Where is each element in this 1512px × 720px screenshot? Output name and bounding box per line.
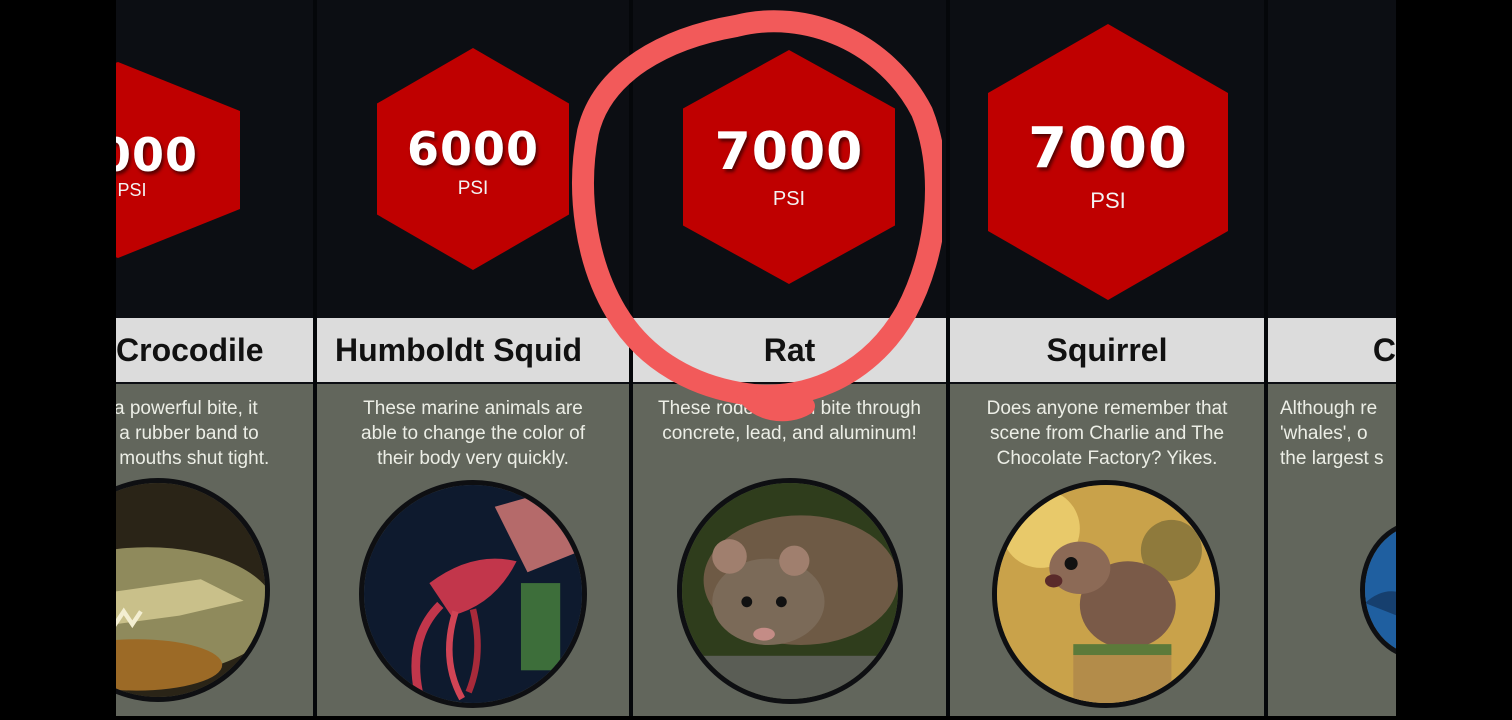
bite-force-badge: 6000 PSI xyxy=(377,48,569,270)
squid-photo xyxy=(359,480,587,708)
animal-description: a powerful bite, it a rubber band to mou… xyxy=(116,398,270,469)
bite-force-badge: 5000 PSI xyxy=(116,62,240,258)
card-crocodile: 5000 PSI Crocodile a powerful bite, it a… xyxy=(116,0,314,716)
bite-force-badge: 7000 PSI xyxy=(683,50,895,284)
card-rat: 7000 PSI Rat These rodents can bite thro… xyxy=(633,0,946,716)
animal-name: Crocodile xyxy=(116,318,314,382)
comparison-strip: 5000 PSI Crocodile a powerful bite, it a… xyxy=(116,0,1396,716)
description-panel: These rodents can bite through concrete,… xyxy=(633,384,946,716)
bite-force-value: 7000 xyxy=(714,122,864,182)
animal-description: These rodents can bite through concrete,… xyxy=(657,398,921,444)
rat-photo xyxy=(677,478,903,704)
animal-name: Humboldt Squid xyxy=(317,318,629,382)
bite-force-unit: PSI xyxy=(772,188,806,210)
bite-force-unit: PSI xyxy=(457,178,489,199)
animal-description: Although re 'whales', o the largest s xyxy=(1280,398,1384,469)
animal-name: Rat xyxy=(633,318,946,382)
bite-force-unit: PSI xyxy=(1090,188,1126,213)
description-panel: Although re 'whales', o the largest s xyxy=(1268,384,1396,716)
animal-description: Does anyone remember that scene from Cha… xyxy=(986,398,1228,469)
card-humboldt-squid: 6000 PSI Humboldt Squid These marine ani… xyxy=(317,0,629,716)
bite-force-value: 5000 xyxy=(116,128,199,182)
description-panel: Does anyone remember that scene from Cha… xyxy=(950,384,1264,716)
squirrel-photo xyxy=(992,480,1220,708)
bite-force-value: 6000 xyxy=(406,122,540,176)
bite-force-badge: 7000 PSI xyxy=(988,24,1228,300)
animal-name: Squirrel xyxy=(950,318,1264,382)
card-squirrel: 7000 PSI Squirrel Does anyone remember t… xyxy=(950,0,1264,716)
bite-force-value: 7000 xyxy=(1028,116,1188,181)
description-panel: a powerful bite, it a rubber band to mou… xyxy=(116,384,314,716)
bite-force-unit: PSI xyxy=(117,180,147,200)
card-next: C Although re 'whales', o the largest s xyxy=(1268,0,1396,716)
description-panel: These marine animals are able to change … xyxy=(317,384,629,716)
whale-photo xyxy=(1360,520,1396,660)
animal-name: C xyxy=(1268,318,1396,382)
crocodile-photo xyxy=(116,478,270,702)
animal-description: These marine animals are able to change … xyxy=(361,398,585,469)
